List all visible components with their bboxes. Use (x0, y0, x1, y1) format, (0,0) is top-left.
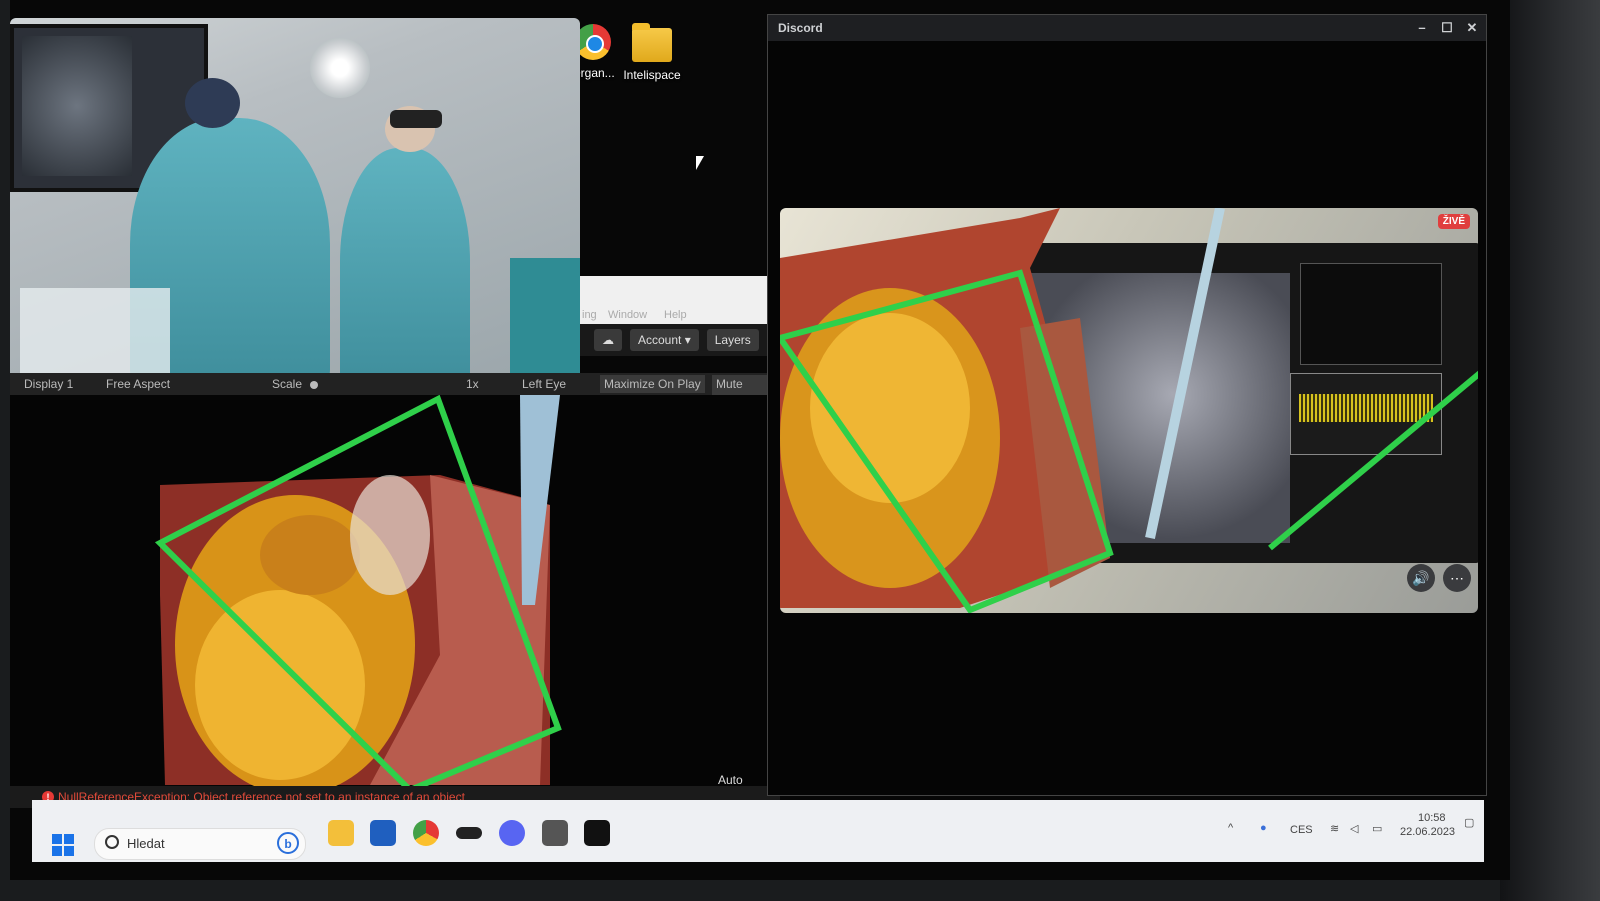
file-explorer-icon[interactable] (328, 820, 354, 846)
game-view[interactable]: Auto Genera (10, 395, 780, 790)
folder-icon (632, 23, 672, 62)
operating-room-video[interactable] (10, 18, 580, 386)
game-view-toolbar: Display 1 Free Aspect Scale 1x Left Eye … (10, 373, 780, 411)
account-label: Account (638, 333, 682, 347)
microphone-icon[interactable]: ● (1260, 822, 1267, 834)
volume-icon[interactable]: 🔊 (1407, 564, 1435, 592)
search-placeholder: Hledat (127, 836, 165, 851)
desktop-icon-intelispace[interactable]: Intelispace (617, 23, 687, 82)
discord-window: Discord – ☐ ✕ ŽIVĚ 🔊 ⋯ (767, 14, 1487, 796)
eye-dropdown[interactable]: Left Eye (522, 377, 566, 391)
maximize-on-play-button[interactable]: Maximize On Play (600, 375, 705, 393)
aspect-dropdown[interactable]: Free Aspect (106, 377, 170, 391)
bing-icon[interactable]: b (277, 832, 299, 854)
start-button[interactable] (52, 834, 74, 856)
surgical-lamp (310, 38, 370, 98)
discord-titlebar: Discord – ☐ ✕ (768, 15, 1486, 41)
patient-cover (20, 288, 170, 386)
desktop-screen: Organ... Intelispace ing Window Help ☁ A… (10, 0, 1510, 880)
windows-taskbar: Hledat b ^ ● CES ≋ ◁ ▭ 10:58 22.06.2023 … (32, 800, 1484, 862)
unity-editor-icon[interactable] (584, 820, 610, 846)
unity-menubar: ing Window Help (578, 276, 783, 324)
speaker-icon[interactable]: ◁ (1350, 822, 1358, 835)
stream-overlay (780, 208, 1478, 613)
window-title: Discord (778, 21, 823, 35)
scale-slider-handle[interactable] (310, 381, 318, 389)
language-indicator[interactable]: CES (1290, 824, 1313, 836)
more-options-icon[interactable]: ⋯ (1443, 564, 1471, 592)
search-icon (105, 835, 119, 849)
heart-model-render (154, 395, 562, 790)
battery-icon[interactable]: ▭ (1372, 822, 1382, 835)
mouse-cursor-icon (696, 156, 704, 170)
cloud-icon[interactable]: ☁ (594, 329, 622, 351)
live-badge: ŽIVĚ (1437, 214, 1470, 229)
monitor-bezel (1500, 0, 1600, 901)
minimize-icon[interactable]: – (1410, 15, 1434, 41)
scale-label: Scale (272, 377, 303, 391)
drape (510, 258, 580, 386)
surgeon-head (185, 78, 240, 128)
notification-icon[interactable]: ▢ (1464, 816, 1474, 829)
unity-toolbar: ☁ Account ▾ Layers (578, 324, 783, 356)
account-dropdown[interactable]: Account ▾ (630, 329, 699, 351)
chrome-icon (575, 24, 611, 60)
live-stream-view[interactable]: ŽIVĚ 🔊 ⋯ (780, 208, 1478, 613)
close-icon[interactable]: ✕ (1460, 15, 1484, 41)
menu-window[interactable]: Window (608, 309, 647, 321)
hololens-icon[interactable] (456, 827, 482, 839)
display-dropdown[interactable]: Display 1 (24, 377, 73, 391)
discord-icon[interactable] (499, 820, 525, 846)
clock-time[interactable]: 10:58 (1418, 812, 1446, 824)
store-icon[interactable] (370, 820, 396, 846)
menu-item[interactable]: ing (582, 309, 597, 321)
menu-help[interactable]: Help (664, 309, 687, 321)
chrome-icon[interactable] (413, 820, 439, 846)
clock-date[interactable]: 22.06.2023 (1400, 826, 1455, 838)
maximize-icon[interactable]: ☐ (1435, 15, 1459, 41)
unity-hub-icon[interactable] (542, 820, 568, 846)
hololens-headset (390, 110, 442, 128)
zoom-label: 1x (466, 377, 479, 391)
surgeon-figure (340, 148, 470, 386)
layers-dropdown[interactable]: Layers (706, 329, 759, 351)
wifi-icon[interactable]: ≋ (1330, 822, 1339, 835)
desktop-icon-label: Intelispace (623, 68, 681, 82)
search-box[interactable]: Hledat b (94, 828, 306, 860)
show-hidden-icons[interactable]: ^ (1228, 822, 1233, 834)
